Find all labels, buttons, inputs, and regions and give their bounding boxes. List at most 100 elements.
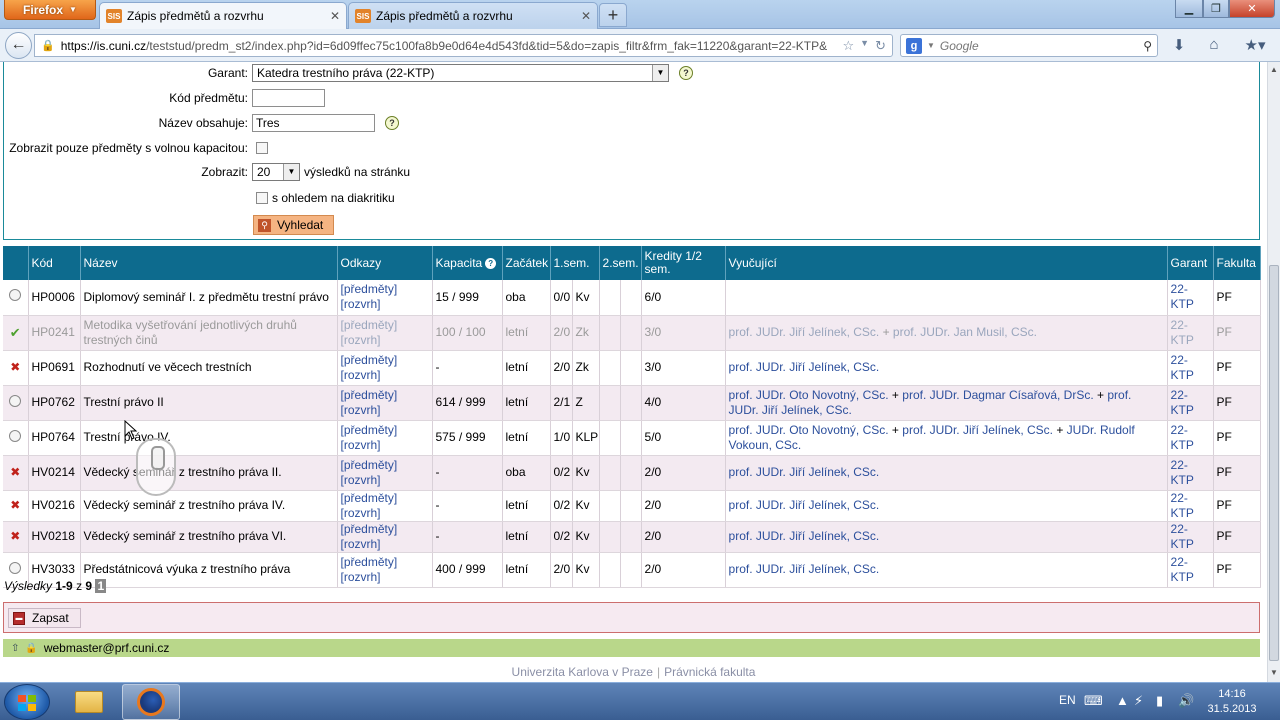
close-tab-icon[interactable]: ✕ [581,9,591,23]
bookmarks-menu-icon[interactable]: ★▾ [1240,36,1270,56]
new-tab-button[interactable]: + [599,3,627,27]
tab-active[interactable]: SIS Zápis předmětů a rozvrhu ✕ [99,2,347,29]
select-radio[interactable] [9,429,22,442]
downloads-icon[interactable]: ⬇ [1169,36,1189,56]
garant-link[interactable]: 22-KTP [1171,491,1194,520]
scroll-down-icon[interactable]: ▼ [1270,668,1278,677]
show-hidden-icons-icon[interactable]: ▲ [1116,693,1129,708]
teacher-link[interactable]: prof. JUDr. Jiří Jelínek, CSc. [729,325,880,339]
help-icon[interactable]: ? [485,257,497,269]
garant-link[interactable]: 22-KTP [1171,388,1194,417]
search-engine-dropdown-icon[interactable]: ▼ [927,41,935,50]
predmety-link[interactable]: [předměty] [341,522,429,537]
garant-link[interactable]: 22-KTP [1171,353,1194,382]
teacher-link[interactable]: prof. JUDr. Jiří Jelínek, CSc. [729,465,880,479]
teacher-link[interactable]: prof. JUDr. Jiří Jelínek, CSc. [729,562,880,576]
col-kapacita[interactable]: Kapacita? [432,246,503,280]
table-row[interactable]: HP0764 Trestní právo IV. [předměty] [rozvrh… [3,420,1261,456]
taskbar-firefox[interactable] [122,684,180,720]
table-row[interactable]: ✖ HV0214 Vědecký seminář z trestního práva… [3,455,1261,491]
scroll-up-icon[interactable]: ▲ [1270,65,1278,74]
reload-icon[interactable]: ↻ [875,38,886,54]
teacher-link[interactable]: prof. JUDr. Jiří Jelínek, CSc. [902,423,1053,437]
keyboard-icon[interactable]: ⌨ [1084,693,1103,709]
nazev-input[interactable]: Tres [252,114,375,132]
history-dropdown-icon[interactable]: ▼ [860,38,869,54]
close-tab-icon[interactable]: ✕ [330,9,340,23]
minimize-window-button[interactable]: ▁ [1175,0,1203,18]
tab-inactive[interactable]: SIS Zápis předmětů a rozvrhu ✕ [348,2,598,29]
predmety-link[interactable]: [předměty] [341,353,429,368]
col-kod[interactable]: Kód [28,246,81,280]
clock[interactable]: 14:16 31.5.2013 [1198,687,1266,717]
network-signal-icon[interactable]: ▮ [1156,693,1163,709]
home-icon[interactable]: ⌂ [1204,36,1224,56]
teacher-link[interactable]: prof. JUDr. Oto Novotný, CSc. [729,388,889,402]
predmety-link[interactable]: [předměty] [341,458,429,473]
webmaster-email[interactable]: webmaster@prf.cuni.cz [44,641,170,655]
taskbar-explorer[interactable] [60,684,118,720]
diakritika-checkbox[interactable] [256,192,268,204]
arrow-up-icon[interactable]: ⇧ [11,643,19,654]
col-zacatek[interactable]: Začátek [502,246,551,280]
col-nazev[interactable]: Název [80,246,338,280]
help-icon[interactable]: ? [385,116,399,130]
rozvrh-link[interactable]: [rozvrh] [341,333,429,348]
help-icon[interactable]: ? [679,66,693,80]
volna-kapacita-checkbox[interactable] [256,142,268,154]
search-bar[interactable]: g ▼ Google ⚲ [900,34,1158,57]
firefox-menu-button[interactable]: Firefox ▼ [4,0,96,20]
power-icon[interactable]: ⚡ [1134,693,1143,709]
garant-select[interactable]: Katedra trestního práva (22-KTP) ▼ [252,64,669,82]
select-radio[interactable] [9,289,22,302]
table-row[interactable]: ✖ HP0691 Rozhodnutí ve věcech trestních [př… [3,350,1261,386]
faculty-link[interactable]: Právnická fakulta [664,665,755,679]
rozvrh-link[interactable]: [rozvrh] [341,368,429,383]
rozvrh-link[interactable]: [rozvrh] [341,570,429,585]
predmety-link[interactable]: [předměty] [341,491,429,506]
teacher-link[interactable]: prof. JUDr. Oto Novotný, CSc. [729,423,889,437]
start-button[interactable] [4,684,50,720]
teacher-link[interactable]: prof. JUDr. Dagmar Císařová, DrSc. [902,388,1093,402]
page-scrollbar[interactable]: ▲ ▼ [1267,62,1280,682]
submit-button[interactable]: ▬ Zapsat [8,608,81,628]
garant-link[interactable]: 22-KTP [1171,423,1194,452]
predmety-link[interactable]: [předměty] [341,388,429,403]
predmety-link[interactable]: [předměty] [341,318,429,333]
table-row[interactable]: ✖ HV0218 Vědecký seminář z trestního práva… [3,521,1261,553]
predmety-link[interactable]: [předměty] [341,423,429,438]
rozvrh-link[interactable]: [rozvrh] [341,438,429,453]
col-fakulta[interactable]: Fakulta [1213,246,1261,280]
table-row[interactable]: HV3033 Předstátnicová výuka z trestního p… [3,552,1261,588]
bookmark-star-icon[interactable]: ☆ [843,38,855,54]
col-garant[interactable]: Garant [1167,246,1214,280]
table-row[interactable]: ✖ HV0216 Vědecký seminář z trestního práva… [3,490,1261,522]
predmety-link[interactable]: [předměty] [341,282,429,297]
kod-input[interactable] [252,89,325,107]
teacher-link[interactable]: prof. JUDr. Jiří Jelínek, CSc. [729,360,880,374]
url-bar[interactable]: 🔒 https://is.cuni.cz/teststud/predm_st2/… [34,34,893,57]
table-row[interactable]: HP0006 Diplomový seminář I. z předmětu tr… [3,280,1261,316]
rozvrh-link[interactable]: [rozvrh] [341,403,429,418]
rozvrh-link[interactable]: [rozvrh] [341,506,429,521]
predmety-link[interactable]: [předměty] [341,555,429,570]
table-row[interactable]: ✔ HP0241 Metodika vyšetřování jednotlivých… [3,315,1261,351]
back-button[interactable]: ← [5,32,32,59]
teacher-link[interactable]: prof. JUDr. Jiří Jelínek, CSc. [729,498,880,512]
garant-link[interactable]: 22-KTP [1171,522,1194,551]
select-radio[interactable] [9,561,22,574]
close-window-button[interactable]: ✕ [1229,0,1275,18]
page-size-select[interactable]: 20 ▼ [252,163,300,181]
rozvrh-link[interactable]: [rozvrh] [341,473,429,488]
university-link[interactable]: Univerzita Karlova v Praze [512,665,653,679]
garant-link[interactable]: 22-KTP [1171,555,1194,584]
table-row[interactable]: HP0762 Trestní právo II [předměty] [rozvrh]… [3,385,1261,421]
search-icon[interactable]: ⚲ [1143,39,1152,53]
teacher-link[interactable]: prof. JUDr. Jiří Jelínek, CSc. [729,529,880,543]
garant-link[interactable]: 22-KTP [1171,458,1194,487]
google-engine-icon[interactable]: g [906,37,922,54]
select-radio[interactable] [9,394,22,407]
rozvrh-link[interactable]: [rozvrh] [341,297,429,312]
garant-link[interactable]: 22-KTP [1171,282,1194,311]
pager-current-page[interactable]: 1 [95,579,107,593]
